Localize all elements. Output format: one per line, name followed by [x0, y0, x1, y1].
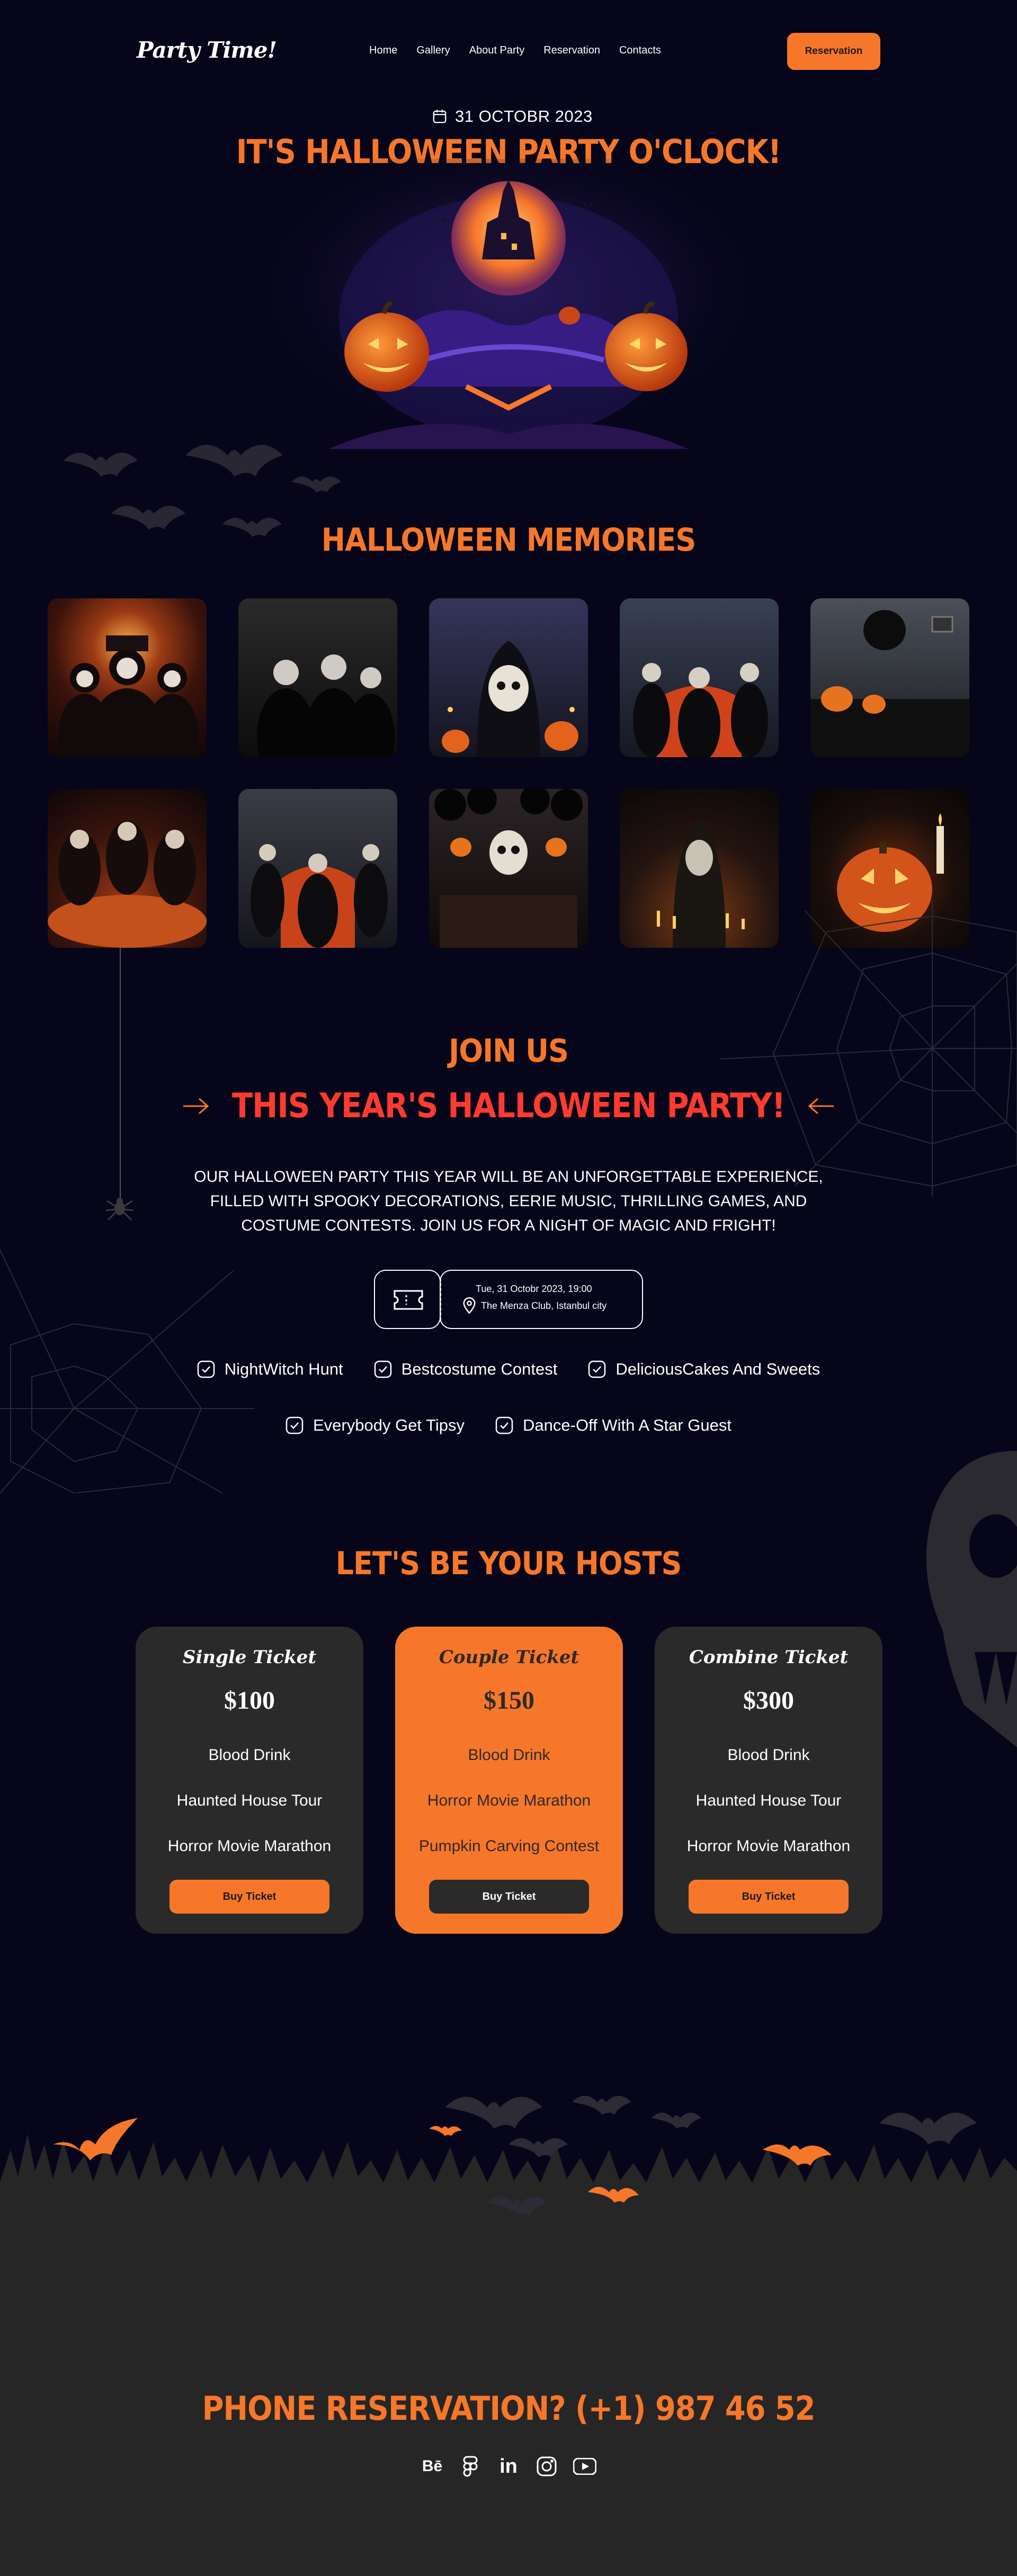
feature-item: Bestcostume Contest	[374, 1360, 558, 1379]
pricing-card-single: Single Ticket $100 Blood Drink Haunted H…	[136, 1627, 363, 1934]
phone-reservation[interactable]: PHONE RESERVATION? (+1) 987 46 52	[0, 2389, 1017, 2428]
hero-date: 31 OCTOBR 2023	[432, 107, 593, 126]
pricing-card-combine: Combine Ticket $300 Blood Drink Haunted …	[655, 1627, 882, 1934]
card-feature: Haunted House Tour	[695, 1792, 842, 1809]
feature-label: Bestcostume Contest	[401, 1360, 558, 1378]
gallery-photo[interactable]	[238, 789, 397, 948]
ticket-details: Tue, 31 Octobr 2023, 19:00 The Menza Clu…	[440, 1270, 643, 1329]
behance-icon[interactable]: Bē	[421, 2455, 444, 2478]
card-name: Combine Ticket	[689, 1647, 849, 1668]
card-price: $300	[743, 1686, 794, 1715]
memories-gallery	[48, 598, 969, 948]
linkedin-icon[interactable]: in	[497, 2455, 520, 2478]
card-feature: Haunted House Tour	[176, 1792, 323, 1809]
gallery-photo[interactable]	[620, 598, 779, 757]
feature-label: Dance-Off With A Star Guest	[523, 1416, 731, 1434]
pricing-card-couple: Couple Ticket $150 Blood Drink Horror Mo…	[395, 1627, 623, 1934]
ticket-divider	[440, 1278, 441, 1321]
nav-contacts[interactable]: Contacts	[619, 44, 661, 57]
join-title: JOIN US	[449, 1033, 569, 1070]
buy-ticket-button[interactable]: Buy Ticket	[689, 1880, 849, 1914]
check-icon	[495, 1416, 513, 1434]
main-nav: Home Gallery About Party Reservation Con…	[369, 44, 680, 57]
nav-reservation[interactable]: Reservation	[543, 44, 600, 57]
check-icon	[286, 1416, 304, 1434]
event-date: Tue, 31 Octobr 2023, 19:00	[476, 1283, 592, 1294]
feature-item: NightWitch Hunt	[197, 1360, 343, 1379]
card-name: Single Ticket	[182, 1647, 317, 1668]
features-row-1: NightWitch Hunt Bestcostume Contest Deli…	[0, 1360, 1017, 1379]
spider-icon	[105, 1198, 134, 1221]
gallery-photo[interactable]	[238, 598, 397, 757]
card-feature: Blood Drink	[468, 1746, 550, 1764]
join-subtitle: THIS YEAR'S HALLOWEEN PARTY!	[231, 1087, 786, 1126]
footer-graveyard	[0, 2096, 1017, 2576]
nav-home[interactable]: Home	[369, 44, 397, 57]
feature-label: NightWitch Hunt	[224, 1360, 343, 1378]
buy-ticket-button[interactable]: Buy Ticket	[170, 1880, 329, 1914]
spider-thread	[120, 948, 121, 1202]
calendar-icon	[433, 110, 447, 123]
arrow-left-icon	[808, 1098, 834, 1115]
gallery-photo[interactable]	[48, 598, 207, 757]
figma-icon[interactable]	[459, 2455, 482, 2478]
pricing-cards: Single Ticket $100 Blood Drink Haunted H…	[136, 1627, 882, 1934]
social-links: Bē in	[0, 2455, 1017, 2478]
feature-item: Dance-Off With A Star Guest	[495, 1416, 731, 1435]
card-feature: Horror Movie Marathon	[167, 1837, 332, 1855]
arrow-right-icon	[183, 1098, 209, 1115]
card-feature: Horror Movie Marathon	[686, 1837, 851, 1855]
features-row-2: Everybody Get Tipsy Dance-Off With A Sta…	[0, 1416, 1017, 1435]
gallery-photo[interactable]	[48, 789, 207, 948]
card-feature: Blood Drink	[727, 1746, 810, 1764]
gallery-photo[interactable]	[429, 598, 588, 757]
hosts-title: LET'S BE YOUR HOSTS	[335, 1545, 682, 1582]
instagram-icon[interactable]	[535, 2455, 558, 2478]
card-price: $100	[224, 1686, 275, 1715]
card-feature: Blood Drink	[208, 1746, 291, 1764]
check-icon	[374, 1360, 391, 1378]
feature-item: Everybody Get Tipsy	[286, 1416, 465, 1435]
ticket-icon-box	[374, 1270, 441, 1329]
hero-illustration	[265, 159, 752, 449]
check-icon	[197, 1360, 215, 1378]
reservation-button[interactable]: Reservation	[787, 33, 880, 70]
join-subtitle-row: THIS YEAR'S HALLOWEEN PARTY!	[0, 1087, 1017, 1126]
event-ticket-info: Tue, 31 Octobr 2023, 19:00 The Menza Clu…	[374, 1270, 643, 1329]
logo[interactable]: Party Time!	[137, 37, 277, 63]
card-feature: Horror Movie Marathon	[427, 1792, 591, 1809]
join-description: OUR HALLOWEEN PARTY THIS YEAR WILL BE AN…	[194, 1168, 823, 1234]
nav-gallery[interactable]: Gallery	[416, 44, 450, 57]
skull-decoration	[926, 1451, 1017, 1747]
check-icon	[588, 1360, 606, 1378]
card-name: Couple Ticket	[439, 1647, 579, 1668]
feature-label: Everybody Get Tipsy	[313, 1416, 465, 1434]
feature-item: DeliciousCakes And Sweets	[588, 1360, 820, 1379]
event-location: The Menza Club, Istanbul city	[481, 1300, 607, 1311]
buy-ticket-button[interactable]: Buy Ticket	[429, 1880, 589, 1914]
location-icon	[463, 1297, 476, 1314]
nav-about-party[interactable]: About Party	[469, 44, 525, 57]
card-price: $150	[484, 1686, 534, 1715]
feature-label: DeliciousCakes And Sweets	[615, 1360, 820, 1378]
memories-title: HALLOWEEN MEMORIES	[321, 522, 696, 559]
hero-date-text: 31 OCTOBR 2023	[455, 107, 593, 125]
card-feature: Pumpkin Carving Contest	[418, 1837, 600, 1855]
youtube-icon[interactable]	[573, 2455, 596, 2478]
site-header: Party Time! Home Gallery About Party Res…	[0, 0, 1017, 104]
gallery-photo[interactable]	[810, 598, 969, 757]
ticket-icon	[394, 1290, 423, 1310]
gallery-photo[interactable]	[429, 789, 588, 948]
